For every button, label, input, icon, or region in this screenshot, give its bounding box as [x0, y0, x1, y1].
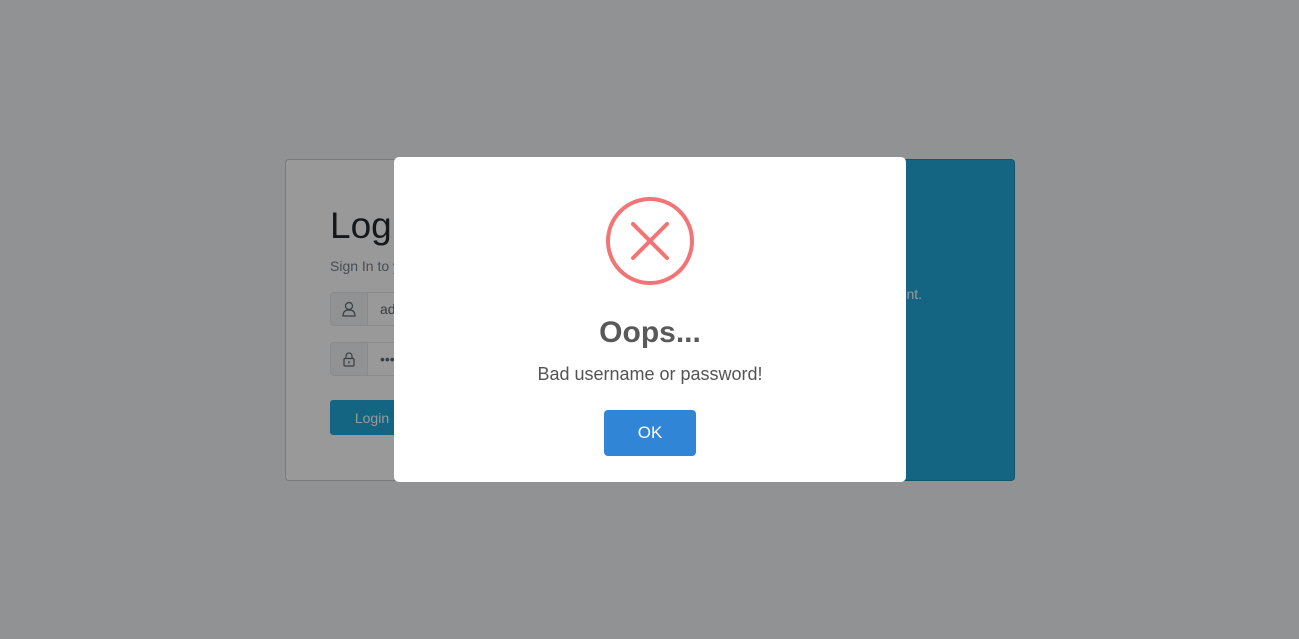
ok-button[interactable]: OK — [604, 410, 696, 456]
error-dialog: Oops... Bad username or password! OK — [394, 157, 906, 482]
error-x-circle-icon — [606, 197, 694, 285]
dialog-title: Oops... — [599, 316, 701, 349]
dialog-message: Bad username or password! — [537, 364, 763, 384]
